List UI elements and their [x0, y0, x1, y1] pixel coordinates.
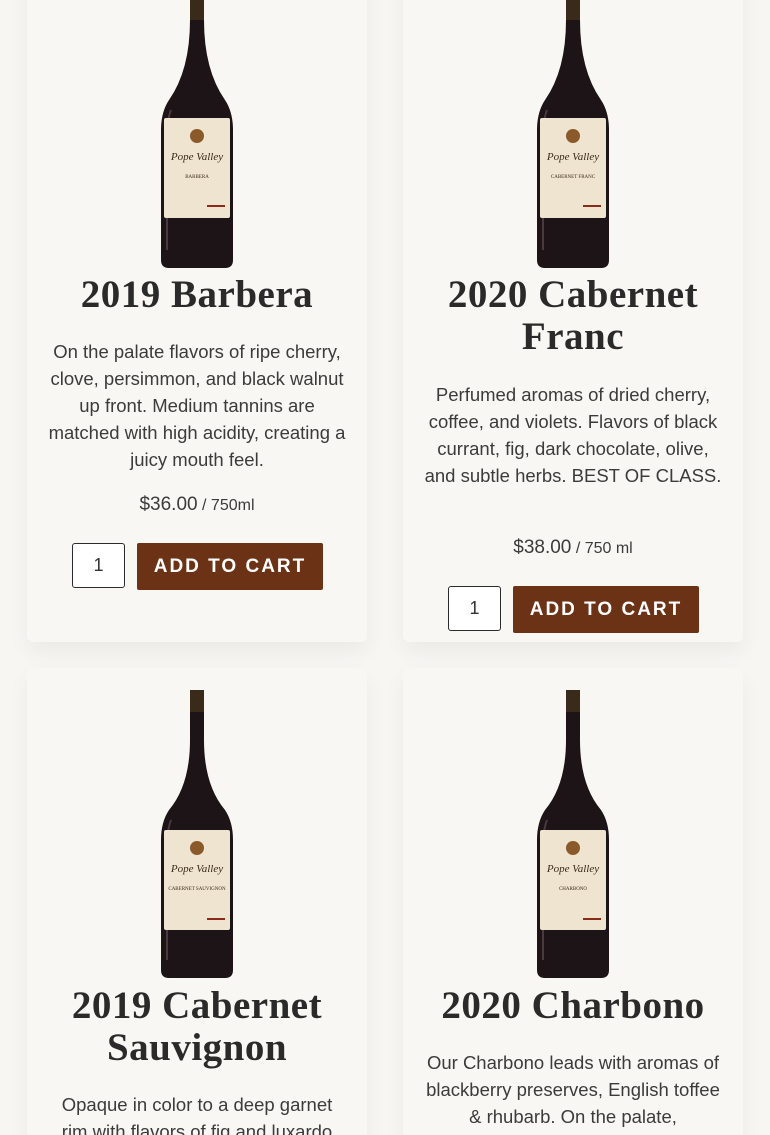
price-row: $36.00 / 750ml — [27, 494, 367, 516]
price-unit: / 750ml — [197, 497, 255, 514]
product-description: Opaque in color to a deep garnet rim wit… — [61, 1094, 333, 1135]
price-unit: / 750 ml — [571, 540, 633, 557]
add-to-cart-button[interactable]: ADD TO CART — [137, 543, 323, 590]
wine-bottle-image[interactable]: Pope Valley CHARBONO — [533, 690, 613, 980]
svg-text:Pope Valley: Pope Valley — [546, 863, 599, 875]
product-card-cabernet-franc: Pope Valley CABERNET FRANC 2020 Cabernet… — [403, 0, 743, 642]
svg-text:CHARBONO: CHARBONO — [559, 887, 587, 892]
product-card-barbera: Pope Valley BARBERA 2019 Barbera On the … — [27, 0, 367, 642]
product-card-charbono: Pope Valley CHARBONO 2020 Charbono Our C… — [403, 668, 743, 1135]
product-grid: Pope Valley BARBERA 2019 Barbera On the … — [0, 0, 770, 1135]
svg-text:BARBERA: BARBERA — [185, 175, 209, 180]
wine-bottle-image[interactable]: Pope Valley CABERNET FRANC — [533, 0, 613, 270]
quantity-input[interactable] — [72, 543, 125, 588]
product-title: 2020 Charbono — [441, 984, 705, 1027]
product-description: Our Charbono leads with aromas of blackb… — [426, 1052, 720, 1127]
quantity-input[interactable] — [448, 586, 501, 631]
wine-bottle-image[interactable]: Pope Valley BARBERA — [157, 0, 237, 270]
svg-text:Pope Valley: Pope Valley — [546, 151, 599, 163]
product-title: 2020 Cabernet Franc — [447, 273, 699, 358]
product-description: Perfumed aromas of dried cherry, coffee,… — [424, 384, 722, 486]
add-to-cart-button[interactable]: ADD TO CART — [513, 586, 699, 633]
product-card-cabernet-sauvignon: Pope Valley CABERNET SAUVIGNON 2019 Cabe… — [27, 668, 367, 1135]
svg-text:CABERNET FRANC: CABERNET FRANC — [551, 175, 596, 180]
price-row: $38.00 / 750 ml — [403, 537, 743, 559]
price: $38.00 — [513, 537, 572, 558]
product-title: 2019 Barbera — [80, 273, 314, 316]
product-title: 2019 Cabernet Sauvignon — [71, 984, 323, 1069]
svg-text:Pope Valley: Pope Valley — [170, 863, 223, 875]
svg-text:CABERNET SAUVIGNON: CABERNET SAUVIGNON — [168, 887, 226, 892]
product-description: On the palate flavors of ripe cherry, cl… — [48, 341, 346, 470]
wine-bottle-image[interactable]: Pope Valley CABERNET SAUVIGNON — [157, 690, 237, 980]
price: $36.00 — [139, 494, 198, 515]
svg-text:Pope Valley: Pope Valley — [170, 151, 223, 163]
